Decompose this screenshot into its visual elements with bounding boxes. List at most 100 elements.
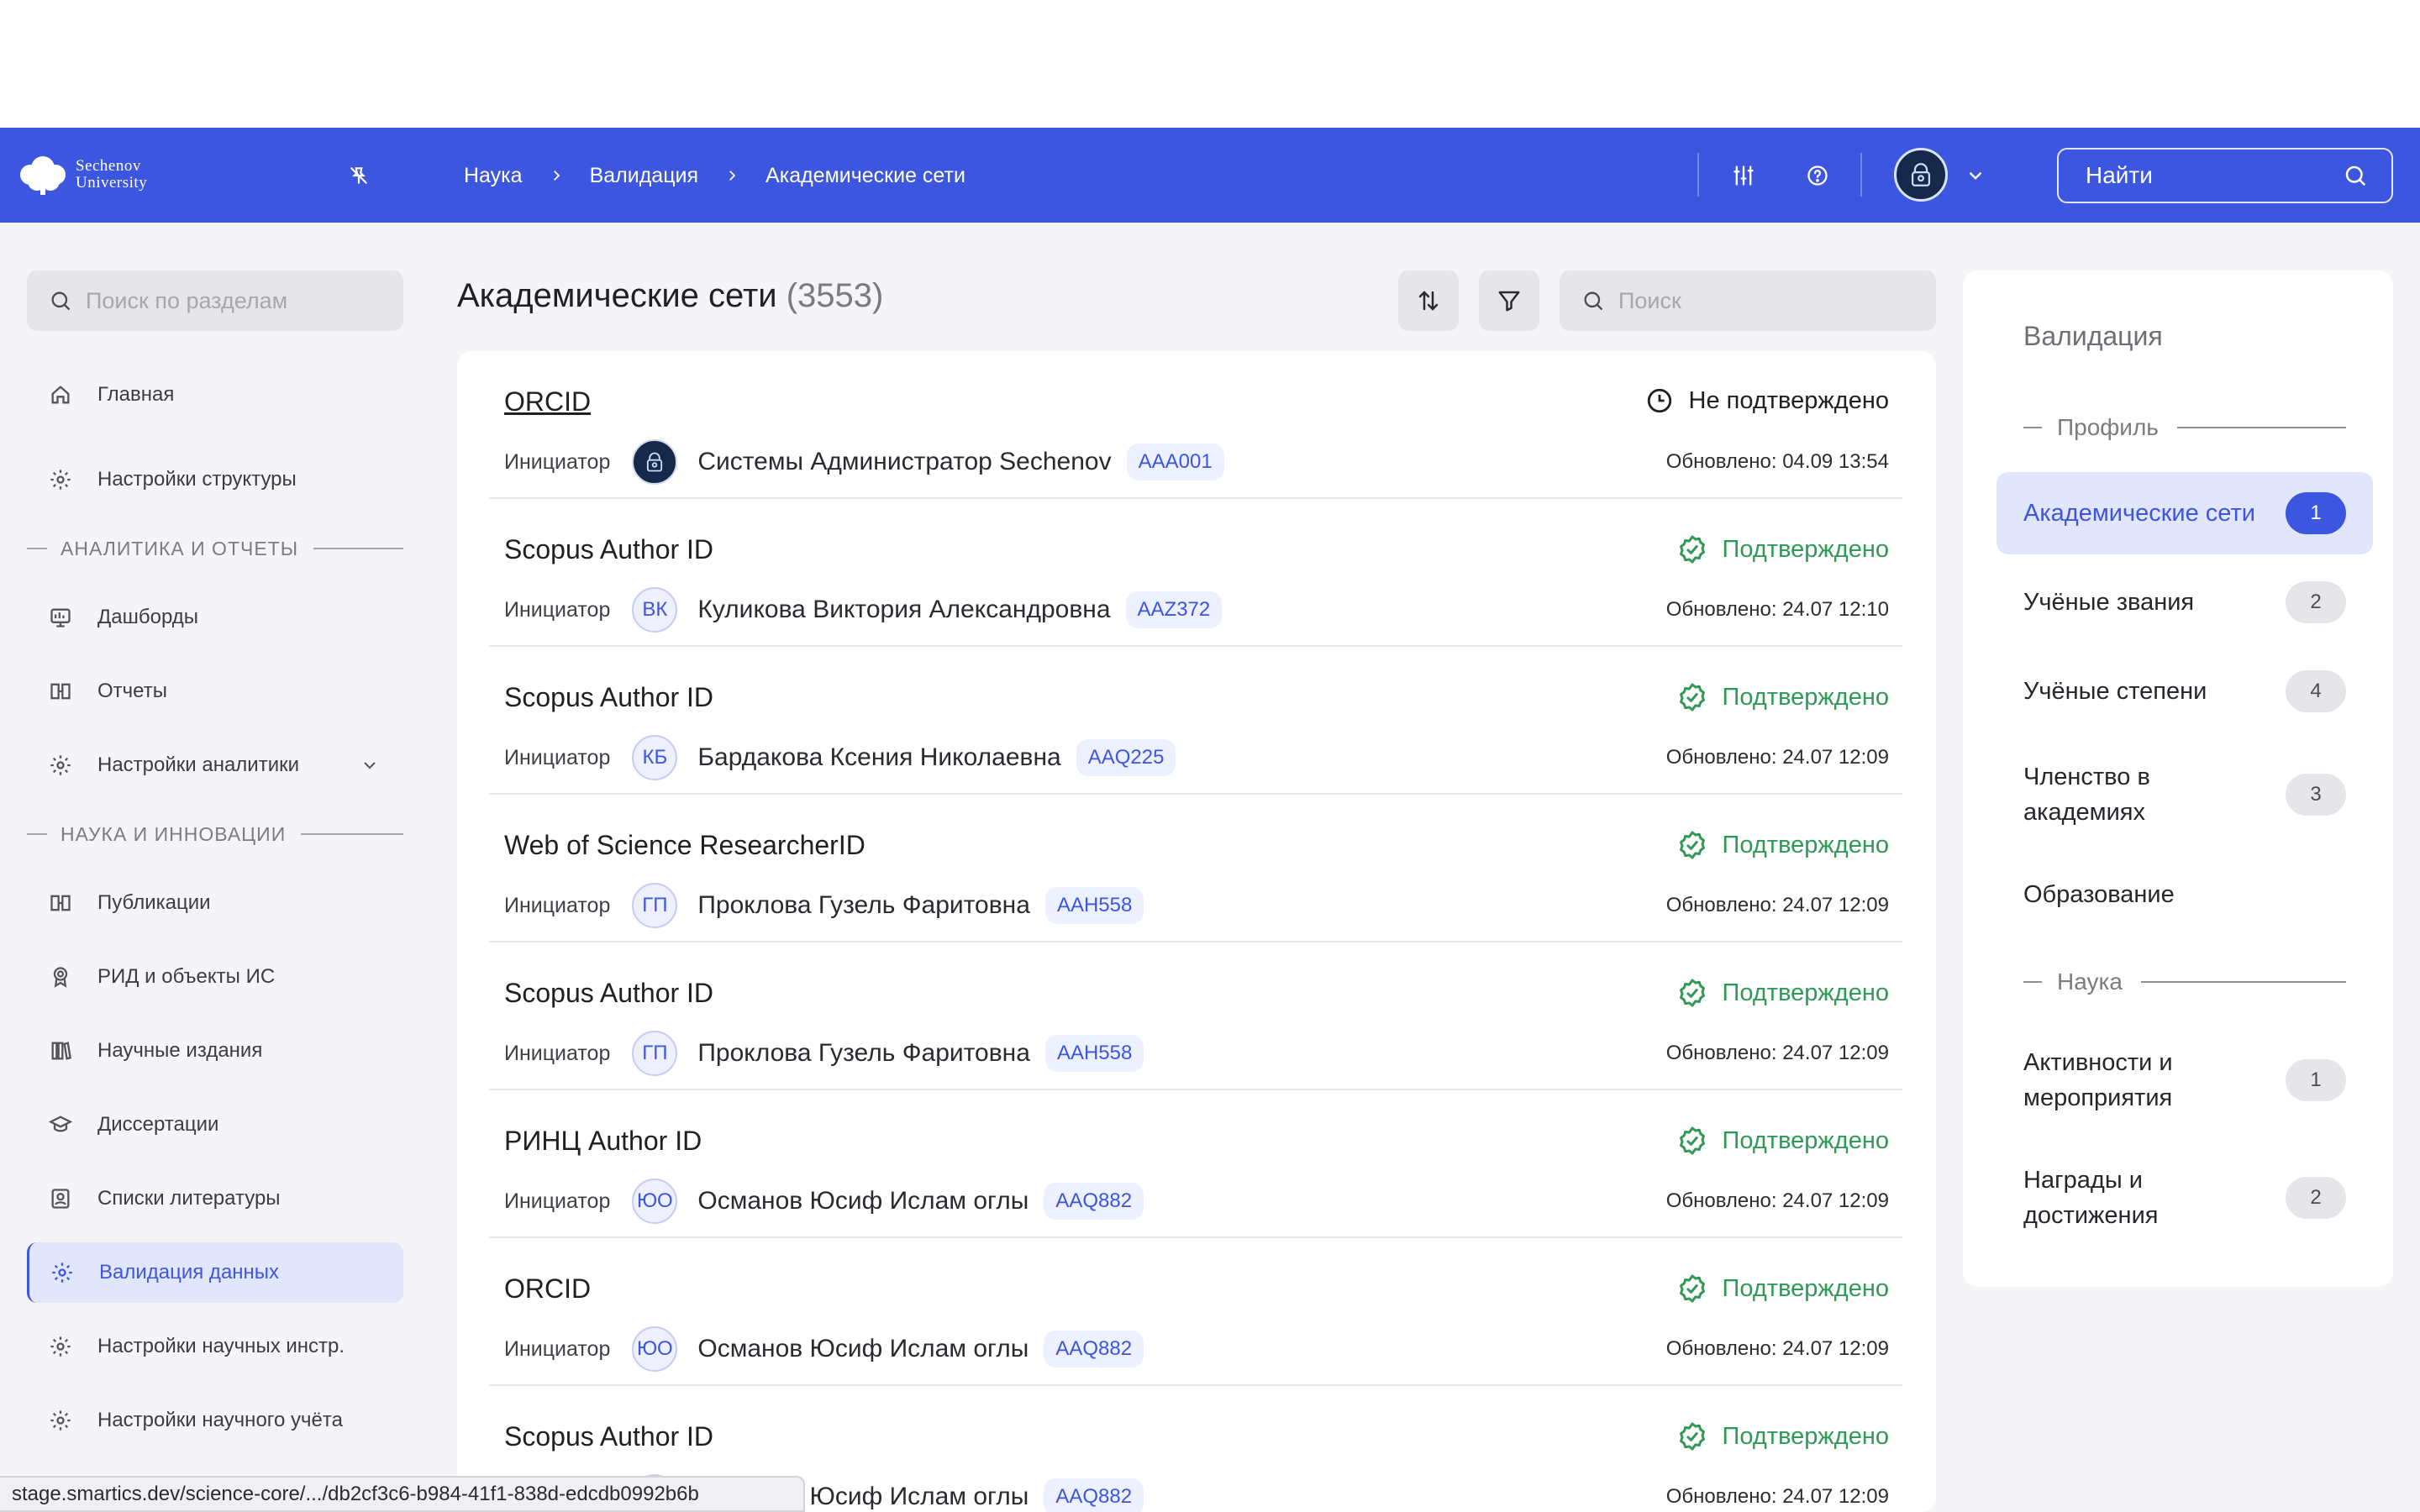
help-icon[interactable] (1800, 158, 1835, 193)
sechenov-logo[interactable]: Sechenov University (17, 151, 185, 198)
sidebar-item-rid[interactable]: РИД и объекты ИС (27, 947, 403, 1007)
section-analytics: АНАЛИТИКА И ОТЧЕТЫ (27, 536, 403, 561)
count-badge: 2 (2286, 581, 2346, 623)
gear-icon (45, 1405, 76, 1436)
page-title-text: Академические сети (457, 277, 777, 314)
sidebar-item-label: Научные издания (97, 1039, 263, 1062)
sidebar-item-publications[interactable]: Публикации (27, 873, 403, 933)
updated-time: Обновлено: 24.07 12:09 (1665, 1189, 1889, 1212)
initiator: Инициатор Системы Администратор Sechenov… (504, 438, 1224, 486)
initiator-label: Инициатор (504, 893, 611, 917)
sidebar-item-reports[interactable]: Отчеты (27, 661, 403, 722)
global-search-button[interactable]: Найти (2057, 148, 2393, 203)
sidebar-item-journals[interactable]: Научные издания (27, 1021, 403, 1081)
section-label: Профиль (2057, 414, 2159, 440)
initiator-code: AAQ882 (1044, 1331, 1144, 1368)
section-search-input[interactable]: Поиск по разделам (27, 270, 403, 331)
initiator-name: Османов Юсиф Ислам оглы (697, 1335, 1029, 1362)
network-title[interactable]: ORCID (504, 386, 591, 417)
network-title[interactable]: Scopus Author ID (504, 534, 713, 565)
category-academic-degrees[interactable]: Учёные степени 4 (1996, 650, 2373, 732)
updated-time: Обновлено: 24.07 12:09 (1665, 1337, 1889, 1360)
network-title[interactable]: Scopus Author ID (504, 1421, 713, 1452)
sidebar-item-home[interactable]: Главная (27, 365, 403, 425)
status-text: Подтверждено (1722, 831, 1889, 858)
filter-icon (1498, 291, 1520, 312)
dashboard-icon (45, 602, 76, 633)
chevron-down-icon[interactable] (355, 750, 385, 780)
status-badge: Подтверждено (1677, 978, 1889, 1008)
clock-icon (1647, 388, 1671, 413)
network-title[interactable]: Scopus Author ID (504, 682, 713, 713)
list-search-placeholder: Поиск (1618, 287, 1681, 313)
sidebar-item-structure-settings[interactable]: Настройки структуры (27, 449, 403, 510)
network-title[interactable]: РИНЦ Author ID (504, 1126, 702, 1157)
breadcrumb-academic-networks[interactable]: Академические сети (765, 164, 965, 188)
library-icon (45, 1036, 76, 1066)
top-bar: Sechenov University Наука Валидация Акад… (0, 128, 2420, 223)
section-profile: Профиль (2023, 413, 2346, 442)
category-academy-membership[interactable]: Членство в академиях 3 (1996, 741, 2373, 848)
search-icon (2345, 165, 2366, 186)
initiator-label: Инициатор (504, 1189, 611, 1213)
updated-time: Обновлено: 24.07 12:10 (1665, 598, 1889, 621)
status-text: Подтверждено (1722, 1422, 1889, 1450)
unpin-sidebar-icon[interactable] (343, 160, 375, 192)
initiator-code: AAH558 (1044, 887, 1144, 924)
category-academic-networks[interactable]: Академические сети 1 (1996, 472, 2373, 554)
page-title: Академические сети (3553) (457, 277, 883, 315)
list-item[interactable]: Scopus Author ID Инициатор ВК Куликова В… (489, 499, 1902, 647)
category-activities-events[interactable]: Активности и мероприятия 1 (1996, 1026, 2373, 1134)
gear-icon (47, 1257, 77, 1288)
page-title-count: (3553) (786, 277, 884, 314)
initiator: Инициатор ЮО Османов Юсиф Ислам оглы AAQ… (504, 1178, 1144, 1225)
category-awards[interactable]: Награды и достижения 2 (1996, 1144, 2373, 1252)
list-item[interactable]: ORCID Инициатор Системы Администратор Se… (489, 351, 1902, 499)
list-item[interactable]: РИНЦ Author ID Инициатор ЮО Османов Юсиф… (489, 1090, 1902, 1238)
network-title[interactable]: Web of Science ResearcherID (504, 830, 865, 861)
category-academic-titles[interactable]: Учёные звания 2 (1996, 561, 2373, 643)
filter-button[interactable] (1479, 270, 1539, 331)
updated-time: Обновлено: 24.07 12:09 (1665, 746, 1889, 769)
user-avatar[interactable] (1894, 148, 1948, 202)
network-title[interactable]: Scopus Author ID (504, 978, 713, 1009)
list-search-input[interactable]: Поиск (1560, 270, 1936, 331)
sidebar-item-science-instr-settings[interactable]: Настройки научных инстр. (27, 1316, 403, 1377)
initiator-code: AAQ882 (1044, 1478, 1144, 1512)
category-label: Учёные звания (2023, 589, 2195, 616)
list-item[interactable]: ORCID Инициатор ЮО Османов Юсиф Ислам ог… (489, 1238, 1902, 1386)
sidebar-item-dissertations[interactable]: Диссертации (27, 1095, 403, 1155)
sidebar-item-data-validation[interactable]: Валидация данных (27, 1242, 403, 1303)
verified-badge-icon (1679, 979, 1705, 1007)
network-title[interactable]: ORCID (504, 1273, 591, 1305)
avatar: ЮО (632, 1179, 678, 1224)
sidebar-item-dashboards[interactable]: Дашборды (27, 587, 403, 648)
list-item[interactable]: Scopus Author ID Инициатор КБ Бардакова … (489, 647, 1902, 795)
sidebar-item-science-accounting-settings[interactable]: Настройки научного учёта (27, 1390, 403, 1451)
verified-badge-icon (1679, 831, 1705, 859)
contacts-book-icon (45, 1184, 76, 1214)
validation-categories-panel: Валидация Профиль Академические сети 1 У… (1963, 270, 2393, 1287)
breadcrumb-science[interactable]: Наука (464, 164, 523, 188)
count-badge: 1 (2286, 1059, 2346, 1101)
tree-logo-icon (20, 156, 66, 195)
sidebar-item-analytics-settings[interactable]: Настройки аналитики (27, 735, 403, 795)
category-education[interactable]: Образование (1996, 853, 2373, 936)
sidebar-item-label: Валидация данных (99, 1261, 280, 1284)
sort-button[interactable] (1398, 270, 1459, 331)
updated-time: Обновлено: 04.09 13:54 (1665, 450, 1889, 473)
status-badge: Подтверждено (1677, 830, 1889, 860)
fingerprint-lock-icon (647, 452, 663, 472)
section-science: Наука (2023, 968, 2346, 996)
status-badge: Подтверждено (1677, 534, 1889, 564)
breadcrumb-validation[interactable]: Валидация (590, 164, 698, 188)
settings-sliders-icon[interactable] (1726, 158, 1761, 193)
initiator: Инициатор ЮО Османов Юсиф Ислам оглы AAQ… (504, 1326, 1144, 1373)
status-badge: Подтверждено (1677, 1421, 1889, 1452)
chevron-down-icon[interactable] (1958, 158, 1993, 193)
status-badge: Подтверждено (1677, 1126, 1889, 1156)
sidebar-item-literature[interactable]: Списки литературы (27, 1168, 403, 1229)
status-text: Подтверждено (1722, 1274, 1889, 1302)
list-item[interactable]: Web of Science ResearcherID Инициатор ГП… (489, 795, 1902, 942)
list-item[interactable]: Scopus Author ID Инициатор ГП Проклова Г… (489, 942, 1902, 1090)
